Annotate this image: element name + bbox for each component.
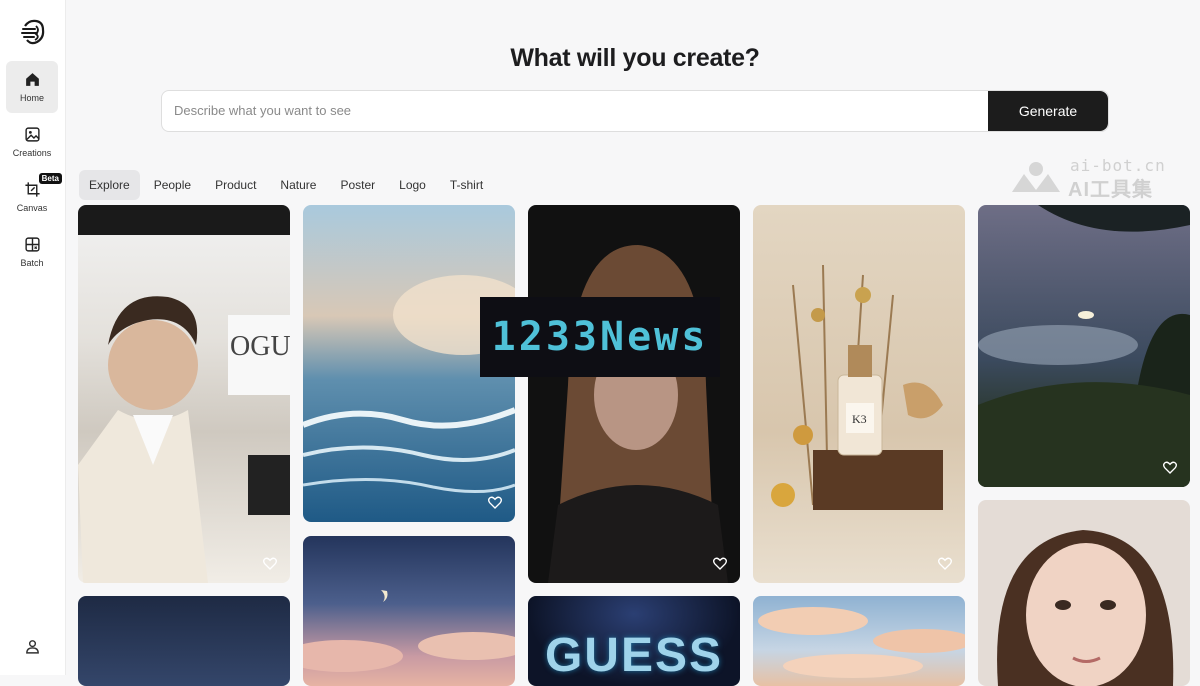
grid-icon: [24, 237, 40, 252]
sidebar-item-label: Creations: [12, 148, 52, 158]
tab-poster[interactable]: Poster: [330, 170, 385, 200]
sidebar-item-creations[interactable]: Creations: [6, 116, 58, 168]
sidebar-item-canvas[interactable]: Beta Canvas: [6, 171, 62, 223]
gallery-card-dusk-sky[interactable]: [303, 536, 515, 686]
sidebar-item-label: Canvas: [16, 203, 48, 213]
landscape-image: [978, 205, 1190, 487]
generate-button[interactable]: Generate: [988, 91, 1108, 131]
heart-icon[interactable]: [1162, 459, 1178, 475]
canvas-icon: [24, 182, 40, 197]
gallery-card-perfume-product[interactable]: K3: [753, 205, 965, 583]
girl-image: [997, 530, 1174, 686]
heart-icon[interactable]: [262, 555, 278, 571]
sidebar-item-batch[interactable]: Batch: [6, 226, 58, 278]
prompt-input[interactable]: [162, 91, 996, 129]
svg-text:K3: K3: [852, 412, 867, 426]
woman-image: [548, 245, 728, 583]
category-tabs: Explore People Product Nature Poster Log…: [79, 170, 493, 200]
page-title: What will you create?: [510, 44, 760, 72]
sidebar-item-label: Home: [19, 93, 44, 103]
news-overlay-banner: 1233News: [480, 297, 720, 377]
user-icon[interactable]: [24, 638, 41, 655]
beta-badge: Beta: [38, 173, 62, 184]
heart-icon[interactable]: [937, 555, 953, 571]
heart-icon[interactable]: [712, 555, 728, 571]
heart-icon[interactable]: [487, 494, 503, 510]
portrait-image: OGU: [78, 205, 290, 583]
prompt-bar: Generate: [161, 90, 1109, 132]
gallery-card-night-sky[interactable]: [78, 596, 290, 686]
gallery-card-clouds[interactable]: [753, 596, 965, 686]
tab-nature[interactable]: Nature: [270, 170, 326, 200]
sidebar: Home Creations Beta Canvas Batch: [0, 0, 66, 675]
clouds-image: [758, 607, 965, 678]
gallery-card-girl-portrait[interactable]: [978, 500, 1190, 686]
perfume-image: K3: [771, 264, 943, 510]
image-icon: [24, 127, 40, 142]
tab-explore[interactable]: Explore: [79, 170, 140, 200]
sidebar-item-label: Batch: [20, 258, 44, 268]
watermark-text-bottom: AI工具集: [1068, 179, 1153, 201]
gallery-card-fashion-portrait[interactable]: OGU: [78, 205, 290, 583]
gallery-card-woman-portrait[interactable]: [528, 205, 740, 583]
svg-text:OGU: OGU: [230, 331, 290, 362]
tab-people[interactable]: People: [144, 170, 201, 200]
watermark: ai-bot.cn AI工具集: [1010, 156, 1190, 201]
app-logo-icon[interactable]: [19, 18, 47, 46]
tab-product[interactable]: Product: [205, 170, 266, 200]
home-icon: [25, 73, 39, 86]
tab-logo[interactable]: Logo: [389, 170, 436, 200]
tab-tshirt[interactable]: T-shirt: [440, 170, 493, 200]
watermark-logo-icon: [1012, 162, 1060, 192]
gallery-card-guess-poster[interactable]: GUESS: [528, 596, 740, 686]
gallery-card-moonlit-landscape[interactable]: [978, 205, 1190, 487]
overlay-text: 1233News: [491, 314, 709, 360]
dusk-image: [303, 590, 515, 672]
